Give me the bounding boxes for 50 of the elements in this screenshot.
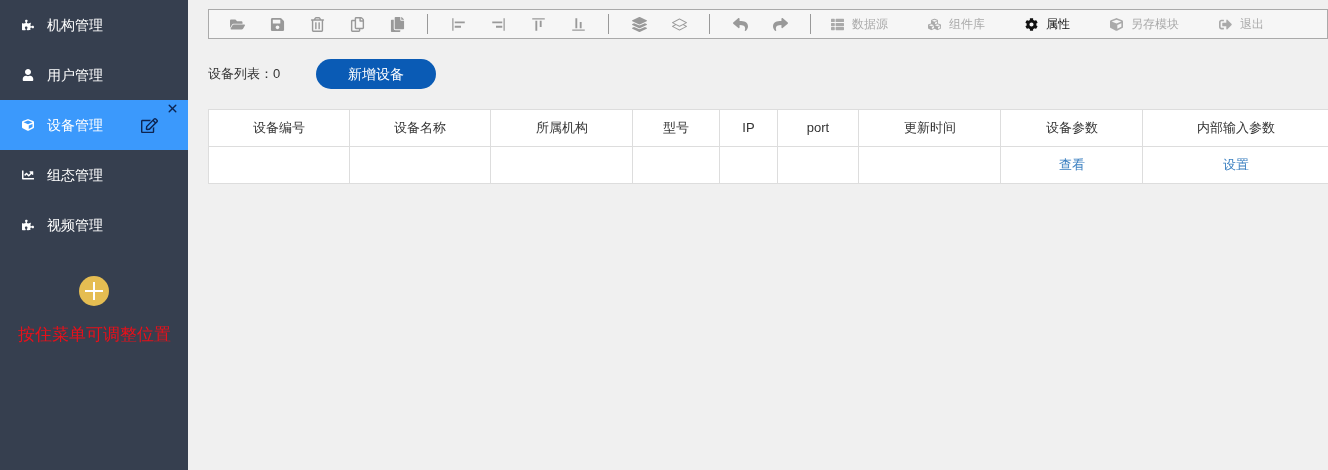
column-header: 内部输入参数 <box>1142 109 1328 147</box>
edit-icon[interactable] <box>141 117 158 134</box>
align-bottom-icon <box>570 16 586 32</box>
toolbar-tool[interactable]: 属性 <box>1015 15 1080 33</box>
column-header: 型号 <box>632 109 720 147</box>
align-top-icon <box>530 16 546 32</box>
paste-icon <box>389 16 405 32</box>
copy-icon <box>349 16 365 32</box>
cubes-icon <box>928 17 941 31</box>
cube-icon <box>22 119 34 131</box>
save-icon <box>269 16 285 32</box>
sidebar-item[interactable]: 设备管理 <box>0 100 188 150</box>
exit-icon <box>1219 17 1232 31</box>
trash-icon <box>309 16 325 32</box>
view-link[interactable]: 查看 <box>1058 157 1085 173</box>
column-header: 所属机构 <box>490 109 633 147</box>
undo-icon <box>732 16 748 32</box>
sidebar-label: 机构管理 <box>47 15 103 35</box>
sidebar-item[interactable]: 机构管理 <box>0 0 188 50</box>
user-icon <box>22 69 34 81</box>
add-device-button[interactable]: 新增设备 <box>316 59 437 89</box>
settings-link[interactable]: 设置 <box>1222 157 1249 173</box>
puzzle-icon <box>22 19 34 31</box>
sidebar-item[interactable]: 组态管理 <box>0 150 188 200</box>
list-icon <box>831 17 844 31</box>
sidebar-label: 用户管理 <box>47 65 103 85</box>
puzzle-icon <box>22 219 34 231</box>
plus-icon <box>84 281 104 301</box>
column-header: 设备名称 <box>349 109 491 147</box>
cube-icon <box>1110 17 1123 31</box>
sidebar-item[interactable]: 用户管理 <box>0 50 188 100</box>
align-right-icon <box>490 16 506 32</box>
column-header: 更新时间 <box>858 109 1001 147</box>
add-menu-button[interactable] <box>79 276 109 306</box>
layers-icon <box>671 16 687 32</box>
sidebar-label: 设备管理 <box>47 115 103 135</box>
align-left-icon <box>450 16 466 32</box>
column-header: 设备编号 <box>208 109 350 147</box>
hint-text: 按住菜单可调整位置 <box>17 324 171 346</box>
device-count: 设备列表：0 <box>208 65 281 84</box>
column-header: port <box>777 109 859 147</box>
sidebar-label: 视频管理 <box>47 215 103 235</box>
column-header: IP <box>719 109 778 147</box>
sidebar-item[interactable]: 视频管理 <box>0 200 188 250</box>
settings-icon <box>1025 17 1038 31</box>
redo-icon <box>772 16 788 32</box>
column-header: 设备参数 <box>1000 109 1143 147</box>
chart-icon <box>22 169 34 181</box>
layers-icon <box>631 16 647 32</box>
sidebar-label: 组态管理 <box>47 165 103 185</box>
